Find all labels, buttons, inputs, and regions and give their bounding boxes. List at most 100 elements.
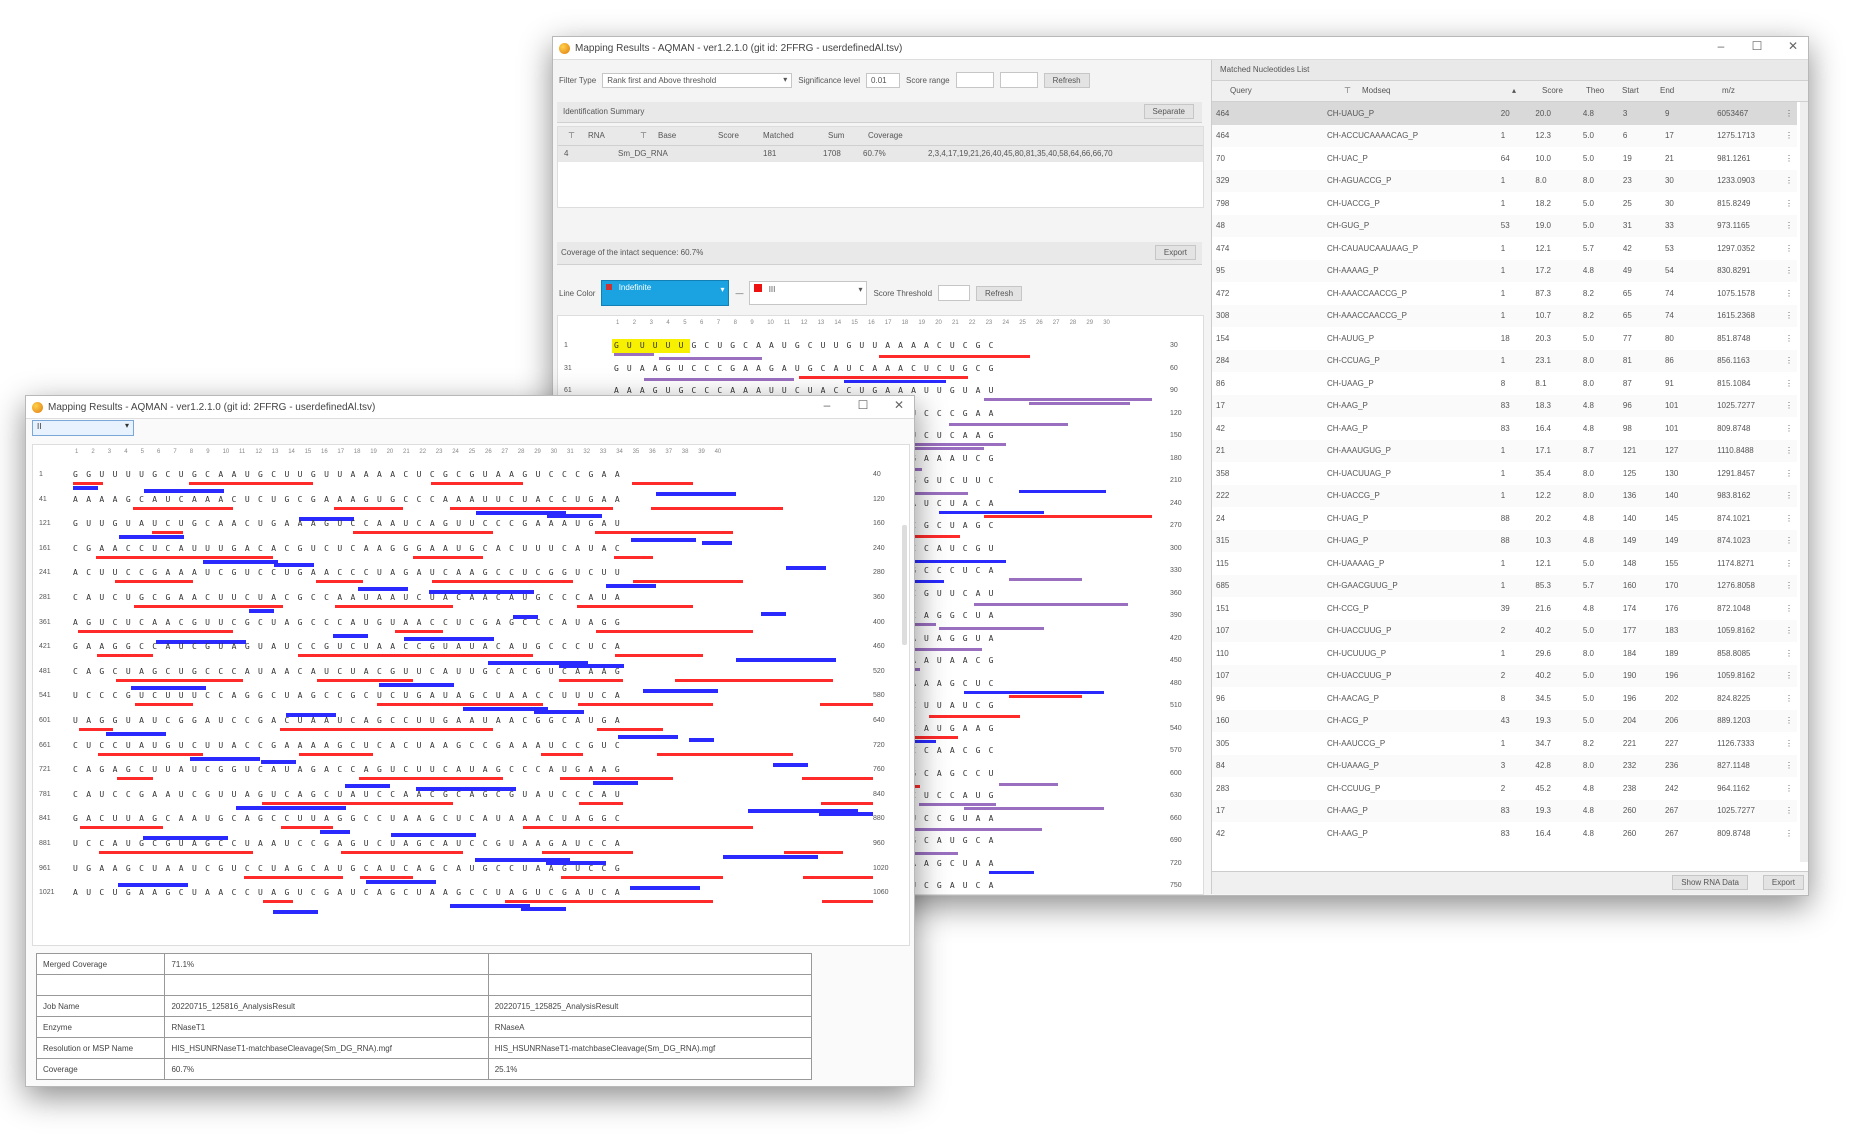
summary-table-row[interactable]: 4 Sm_DG_RNA 181 1708 60.7% 2,3,4,17,19,2… <box>558 146 1203 162</box>
col-score[interactable]: Score <box>1542 86 1563 95</box>
row-menu-icon[interactable]: ⋮ <box>1781 102 1797 125</box>
row-menu-icon[interactable]: ⋮ <box>1781 755 1797 778</box>
row-menu-icon[interactable]: ⋮ <box>1781 687 1797 710</box>
list-row[interactable]: 115 CH-UAAAAG_P 1 12.1 5.0 148 155 1174.8271 ⋮ <box>1212 552 1797 575</box>
show-rna-data-button[interactable]: Show RNA Data <box>1672 875 1748 890</box>
list-row[interactable]: 151 CH-CCG_P 39 21.6 4.8 174 176 872.1048 ⋮ <box>1212 597 1797 620</box>
list-row[interactable]: 472 CH-AAACCAACCG_P 1 87.3 8.2 65 74 1075.1578 ⋮ <box>1212 282 1797 305</box>
close-icon[interactable]: ✕ <box>1784 39 1802 53</box>
row-menu-icon[interactable]: ⋮ <box>1781 417 1797 440</box>
front-dropdown[interactable]: II ▾ <box>32 420 134 436</box>
list-row[interactable]: 24 CH-UAG_P 88 20.2 4.8 140 145 874.1021 ⋮ <box>1212 507 1797 530</box>
close-icon[interactable]: ✕ <box>890 398 908 412</box>
list-row[interactable]: 474 CH-CAUAUCAAUAAG_P 1 12.1 5.7 42 53 1297.035… <box>1212 237 1797 260</box>
minimize-icon[interactable]: – <box>1712 39 1730 53</box>
list-row[interactable]: 21 CH-AAAUGUG_P 1 17.1 8.7 121 127 1110.8488 ⋮ <box>1212 439 1797 463</box>
row-menu-icon[interactable]: ⋮ <box>1781 732 1797 755</box>
row-menu-icon[interactable]: ⋮ <box>1781 440 1797 463</box>
filter-icon[interactable]: ⊤ <box>640 131 647 140</box>
col-query[interactable]: Query <box>1230 86 1252 95</box>
col-start[interactable]: Start <box>1622 86 1639 95</box>
export-button[interactable]: Export <box>1154 245 1196 260</box>
row-menu-icon[interactable]: ⋮ <box>1781 485 1797 508</box>
list-row[interactable]: 222 CH-UACCG_P 1 12.2 8.0 136 140 983.8162 ⋮ <box>1212 484 1797 508</box>
row-menu-icon[interactable]: ⋮ <box>1781 642 1797 665</box>
row-menu-icon[interactable]: ⋮ <box>1781 462 1797 485</box>
list-row[interactable]: 42 CH-AAG_P 83 16.4 4.8 98 101 809.8748 ⋮ <box>1212 417 1797 440</box>
list-row[interactable]: 84 CH-UAAAG_P 3 42.8 8.0 232 236 827.1148 ⋮ <box>1212 754 1797 778</box>
row-menu-icon[interactable]: ⋮ <box>1781 575 1797 598</box>
score-range-max-input[interactable] <box>999 72 1038 88</box>
row-menu-icon[interactable]: ⋮ <box>1781 372 1797 395</box>
row-menu-icon[interactable]: ⋮ <box>1781 665 1797 688</box>
export-list-button[interactable]: Export <box>1762 875 1804 890</box>
row-menu-icon[interactable]: ⋮ <box>1781 237 1797 260</box>
row-menu-icon[interactable]: ⋮ <box>1781 552 1797 575</box>
row-menu-icon[interactable]: ⋮ <box>1781 260 1797 283</box>
row-menu-icon[interactable]: ⋮ <box>1781 282 1797 305</box>
apply-threshold-button[interactable]: Refresh <box>976 285 1023 301</box>
sort-icon[interactable]: ▴ <box>1512 86 1516 95</box>
summary-col-base[interactable]: Base <box>658 131 676 140</box>
list-row[interactable]: 464 CH-ACCUCAAAACAG_P 1 12.3 5.0 6 17 1275.1713… <box>1212 124 1797 148</box>
score-range-min-input[interactable] <box>955 72 994 88</box>
row-menu-icon[interactable]: ⋮ <box>1781 597 1797 620</box>
list-row[interactable]: 685 CH-GAACGUUG_P 1 85.3 5.7 160 170 1276.8058 ⋮ <box>1212 574 1797 598</box>
list-scrollbar[interactable] <box>1800 102 1808 862</box>
col-modseq[interactable]: Modseq <box>1362 86 1390 95</box>
row-menu-icon[interactable]: ⋮ <box>1781 125 1797 148</box>
row-menu-icon[interactable]: ⋮ <box>1781 822 1797 845</box>
list-row[interactable]: 110 CH-UCUUUG_P 1 29.6 8.0 184 189 858.8085 ⋮ <box>1212 642 1797 665</box>
filter-icon[interactable]: ⊤ <box>568 131 575 140</box>
summary-col-matched[interactable]: Matched <box>763 131 794 140</box>
list-row[interactable]: 154 CH-AUUG_P 18 20.3 5.0 77 80 851.8748 ⋮ <box>1212 327 1797 350</box>
list-row[interactable]: 464 CH-UAUG_P 20 20.0 4.8 3 9 6053467 ⋮ <box>1212 102 1797 125</box>
list-row[interactable]: 95 CH-AAAAG_P 1 17.2 4.8 49 54 830.8291 ⋮ <box>1212 259 1797 283</box>
row-menu-icon[interactable]: ⋮ <box>1781 777 1797 800</box>
row-menu-icon[interactable]: ⋮ <box>1781 215 1797 238</box>
row-menu-icon[interactable]: ⋮ <box>1781 327 1797 350</box>
row-menu-icon[interactable]: ⋮ <box>1781 395 1797 418</box>
row-menu-icon[interactable]: ⋮ <box>1781 305 1797 328</box>
maximize-icon[interactable]: ☐ <box>1748 39 1766 53</box>
second-color-select[interactable]: III ▾ <box>749 281 868 305</box>
row-menu-icon[interactable]: ⋮ <box>1781 800 1797 823</box>
list-row[interactable]: 305 CH-AAUCCG_P 1 34.7 8.2 221 227 1126.7333 ⋮ <box>1212 732 1797 755</box>
col-theo[interactable]: Theo <box>1586 86 1604 95</box>
row-menu-icon[interactable]: ⋮ <box>1781 710 1797 733</box>
list-row[interactable]: 17 CH-AAG_P 83 18.3 4.8 96 101 1025.7277 ⋮ <box>1212 394 1797 418</box>
list-row[interactable]: 70 CH-UAC_P 64 10.0 5.0 19 21 981.1261 ⋮ <box>1212 147 1797 170</box>
list-row[interactable]: 17 CH-AAG_P 83 19.3 4.8 260 267 1025.7277 ⋮ <box>1212 799 1797 823</box>
minimize-icon[interactable]: – <box>818 398 836 412</box>
refresh-button[interactable]: Refresh <box>1043 72 1090 88</box>
list-row[interactable]: 358 CH-UACUUAG_P 1 35.4 8.0 125 130 1291.8457 ⋮ <box>1212 462 1797 485</box>
summary-col-score[interactable]: Score <box>718 131 739 140</box>
significance-input[interactable]: 0.01 <box>866 72 901 88</box>
list-row[interactable]: 315 CH-UAG_P 88 10.3 4.8 149 149 874.1023 ⋮ <box>1212 529 1797 553</box>
list-row[interactable]: 160 CH-ACG_P 43 19.3 5.0 204 206 889.1203 ⋮ <box>1212 709 1797 733</box>
list-row[interactable]: 107 CH-UACCUUG_P 2 40.2 5.0 190 196 1059.8162 ⋮ <box>1212 664 1797 688</box>
front-scrollbar[interactable] <box>902 525 907 645</box>
list-row[interactable]: 329 CH-AGUACCG_P 1 8.0 8.0 23 30 1233.0903 ⋮ <box>1212 169 1797 193</box>
list-row[interactable]: 86 CH-UAAG_P 8 8.1 8.0 87 91 815.1084 ⋮ <box>1212 372 1797 395</box>
separate-button[interactable]: Separate <box>1143 104 1194 119</box>
filter-icon[interactable]: ⊤ <box>1344 86 1351 95</box>
row-menu-icon[interactable]: ⋮ <box>1781 170 1797 193</box>
summary-col-rna[interactable]: RNA <box>588 131 605 140</box>
list-row[interactable]: 107 CH-UACCUUG_P 2 40.2 5.0 177 183 1059.8162 ⋮ <box>1212 619 1797 643</box>
list-row[interactable]: 48 CH-GUG_P 53 19.0 5.0 31 33 973.1165 ⋮ <box>1212 214 1797 238</box>
filter-type-select[interactable]: Rank first and Above threshold ▾ <box>602 72 793 88</box>
score-threshold-input[interactable] <box>938 285 971 301</box>
col-mz[interactable]: m/z <box>1722 86 1735 95</box>
summary-col-coverage[interactable]: Coverage <box>868 131 903 140</box>
row-menu-icon[interactable]: ⋮ <box>1781 350 1797 373</box>
row-menu-icon[interactable]: ⋮ <box>1781 530 1797 553</box>
summary-col-sum[interactable]: Sum <box>828 131 844 140</box>
row-menu-icon[interactable]: ⋮ <box>1781 620 1797 643</box>
row-menu-icon[interactable]: ⋮ <box>1781 507 1797 530</box>
list-row[interactable]: 283 CH-CCUUG_P 2 45.2 4.8 238 242 964.1162 ⋮ <box>1212 777 1797 800</box>
row-menu-icon[interactable]: ⋮ <box>1781 147 1797 170</box>
front-sequence-view[interactable]: 1 2 3 4 5 6 7 8 9 10 11 12 13 14 15 16 17 18 19 20 21 22 23 24 2… <box>32 444 910 946</box>
col-end[interactable]: End <box>1660 86 1674 95</box>
list-row[interactable]: 308 CH-AAACCAACCG_P 1 10.7 8.2 65 74 1615.2368 ⋮ <box>1212 304 1797 328</box>
